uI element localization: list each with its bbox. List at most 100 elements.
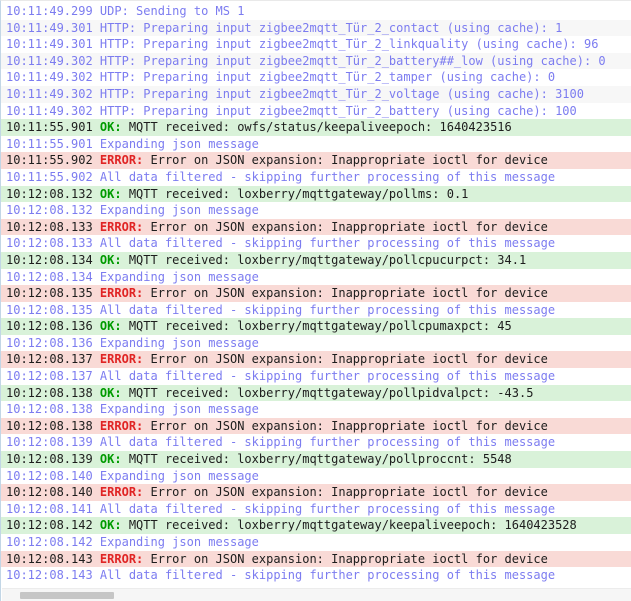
log-message: All data filtered - skipping further pro…: [92, 236, 556, 251]
log-timestamp: 10:12:08.142: [6, 518, 93, 533]
log-message: All data filtered - skipping further pro…: [92, 302, 556, 317]
log-message: MQTT received: loxberry/mqttgateway/keep…: [121, 518, 577, 533]
log-row: 10:12:08.139 All data filtered - skippin…: [1, 434, 631, 451]
log-timestamp: 10:11:49.302: [6, 86, 93, 101]
log-timestamp: 10:11:55.902: [6, 169, 93, 184]
log-message: Error on JSON expansion: Inappropriate i…: [143, 418, 548, 433]
log-timestamp: 10:12:08.133: [6, 219, 93, 234]
log-timestamp: 10:12:08.134: [6, 252, 93, 267]
log-message: MQTT received: owfs/status/keepaliveepoc…: [121, 120, 512, 135]
log-row: 10:12:08.140 ERROR: Error on JSON expans…: [1, 484, 631, 501]
log-timestamp: 10:11:49.302: [6, 103, 93, 118]
log-timestamp: 10:12:08.134: [6, 269, 93, 284]
log-timestamp: 10:12:08.138: [6, 418, 93, 433]
log-message: Expanding json message: [92, 203, 259, 218]
log-message: Expanding json message: [92, 468, 259, 483]
log-message: MQTT received: loxberry/mqttgateway/poll…: [121, 186, 469, 201]
log-row: 10:11:49.302 HTTP: Preparing input zigbe…: [1, 103, 631, 120]
log-level-label: ERROR:: [92, 485, 144, 500]
log-timestamp: 10:11:55.902: [6, 153, 93, 168]
log-message: Expanding json message: [92, 402, 259, 417]
log-message: HTTP: Preparing input zigbee2mqtt_Tür_2_…: [92, 53, 606, 68]
log-message: MQTT received: loxberry/mqttgateway/poll…: [121, 452, 512, 467]
log-message: UDP: Sending to MS 1: [92, 4, 245, 18]
log-row: 10:12:08.135 All data filtered - skippin…: [1, 302, 631, 319]
log-row: 10:12:08.143 All data filtered - skippin…: [1, 567, 631, 584]
log-timestamp: 10:12:08.135: [6, 286, 93, 301]
log-timestamp: 10:11:49.302: [6, 53, 93, 68]
log-level-label: OK:: [92, 120, 122, 135]
log-message: All data filtered - skipping further pro…: [92, 501, 556, 516]
log-row: 10:12:08.139 OK: MQTT received: loxberry…: [1, 451, 631, 468]
log-message: HTTP: Preparing input zigbee2mqtt_Tür_2_…: [92, 37, 599, 52]
horizontal-scrollbar[interactable]: [2, 588, 631, 601]
log-message: Error on JSON expansion: Inappropriate i…: [143, 219, 548, 234]
log-level-label: ERROR:: [92, 219, 144, 234]
log-timestamp: 10:12:08.143: [6, 568, 93, 583]
log-viewer: 10:11:49.299 UDP: Sending to MS 1 10:11:4…: [0, 0, 631, 601]
log-level-label: OK:: [92, 385, 122, 400]
log-level-label: OK:: [92, 518, 122, 533]
log-message: All data filtered - skipping further pro…: [92, 435, 556, 450]
log-row: 10:11:55.902 ERROR: Error on JSON expans…: [1, 152, 631, 169]
log-output: 10:11:49.299 UDP: Sending to MS 1 10:11:4…: [1, 1, 631, 584]
log-level-label: ERROR:: [92, 551, 144, 566]
log-timestamp: 10:12:08.132: [6, 203, 93, 218]
log-timestamp: 10:11:49.301: [6, 37, 93, 52]
log-timestamp: 10:12:08.132: [6, 186, 93, 201]
log-message: HTTP: Preparing input zigbee2mqtt_Tür_2_…: [92, 103, 577, 118]
log-message: MQTT received: loxberry/mqttgateway/poll…: [121, 385, 534, 400]
log-row: 10:12:08.134 Expanding json message: [1, 269, 631, 286]
log-level-label: OK:: [92, 186, 122, 201]
log-row: 10:11:49.301 HTTP: Preparing input zigbe…: [1, 19, 631, 37]
log-row: 10:12:08.141 All data filtered - skippin…: [1, 501, 631, 518]
log-timestamp: 10:12:08.139: [6, 435, 93, 450]
log-timestamp: 10:12:08.136: [6, 319, 93, 334]
log-row: 10:12:08.136 OK: MQTT received: loxberry…: [1, 318, 631, 335]
log-row: 10:12:08.137 ERROR: Error on JSON expans…: [1, 351, 631, 369]
log-row: 10:12:08.143 ERROR: Error on JSON expans…: [1, 550, 631, 568]
log-message: HTTP: Preparing input zigbee2mqtt_Tür_2_…: [92, 20, 563, 35]
log-timestamp: 10:12:08.138: [6, 402, 93, 417]
log-level-label: ERROR:: [92, 153, 144, 168]
log-level-label: OK:: [92, 319, 122, 334]
log-row: 10:12:08.134 OK: MQTT received: loxberry…: [1, 251, 631, 269]
log-row: 10:12:08.140 Expanding json message: [1, 468, 631, 485]
log-message: Error on JSON expansion: Inappropriate i…: [143, 286, 548, 301]
log-message: Error on JSON expansion: Inappropriate i…: [143, 551, 548, 566]
log-row: 10:12:08.132 OK: MQTT received: loxberry…: [1, 185, 631, 203]
log-message: MQTT received: loxberry/mqttgateway/poll…: [121, 319, 512, 334]
log-message: Expanding json message: [92, 335, 259, 350]
log-row: 10:11:49.302 HTTP: Preparing input zigbe…: [1, 69, 631, 86]
log-timestamp: 10:12:08.141: [6, 501, 93, 516]
log-row: 10:12:08.142 OK: MQTT received: loxberry…: [1, 517, 631, 534]
log-timestamp: 10:11:49.299: [6, 4, 93, 18]
log-row: 10:12:08.138 Expanding json message: [1, 401, 631, 418]
log-timestamp: 10:12:08.140: [6, 485, 93, 500]
log-timestamp: 10:12:08.137: [6, 369, 93, 384]
log-row: 10:11:49.302 HTTP: Preparing input zigbe…: [1, 52, 631, 70]
log-row: 10:11:55.902 All data filtered - skippin…: [1, 169, 631, 186]
log-row: 10:12:08.138 ERROR: Error on JSON expans…: [1, 417, 631, 435]
log-level-label: ERROR:: [92, 418, 144, 433]
log-message: Expanding json message: [92, 269, 259, 284]
log-timestamp: 10:12:08.135: [6, 302, 93, 317]
log-timestamp: 10:12:08.139: [6, 452, 93, 467]
log-message: Expanding json message: [92, 535, 259, 549]
log-message: All data filtered - skipping further pro…: [92, 369, 556, 384]
log-row: 10:11:55.901 Expanding json message: [1, 136, 631, 153]
log-timestamp: 10:12:08.138: [6, 385, 93, 400]
log-row: 10:12:08.132 Expanding json message: [1, 202, 631, 219]
scrollbar-thumb[interactable]: [20, 592, 114, 599]
log-row: 10:11:49.299 UDP: Sending to MS 1: [1, 3, 631, 20]
log-row: 10:12:08.135 ERROR: Error on JSON expans…: [1, 285, 631, 302]
log-timestamp: 10:12:08.136: [6, 335, 93, 350]
log-level-label: OK:: [92, 252, 122, 267]
log-message: MQTT received: loxberry/mqttgateway/poll…: [121, 252, 527, 267]
log-message: All data filtered - skipping further pro…: [92, 568, 556, 583]
log-message: Error on JSON expansion: Inappropriate i…: [143, 352, 548, 367]
log-message: HTTP: Preparing input zigbee2mqtt_Tür_2_…: [92, 86, 584, 101]
log-row: 10:12:08.142 Expanding json message: [1, 534, 631, 551]
log-row: 10:11:49.302 HTTP: Preparing input zigbe…: [1, 85, 631, 103]
log-row: 10:11:49.301 HTTP: Preparing input zigbe…: [1, 36, 631, 53]
